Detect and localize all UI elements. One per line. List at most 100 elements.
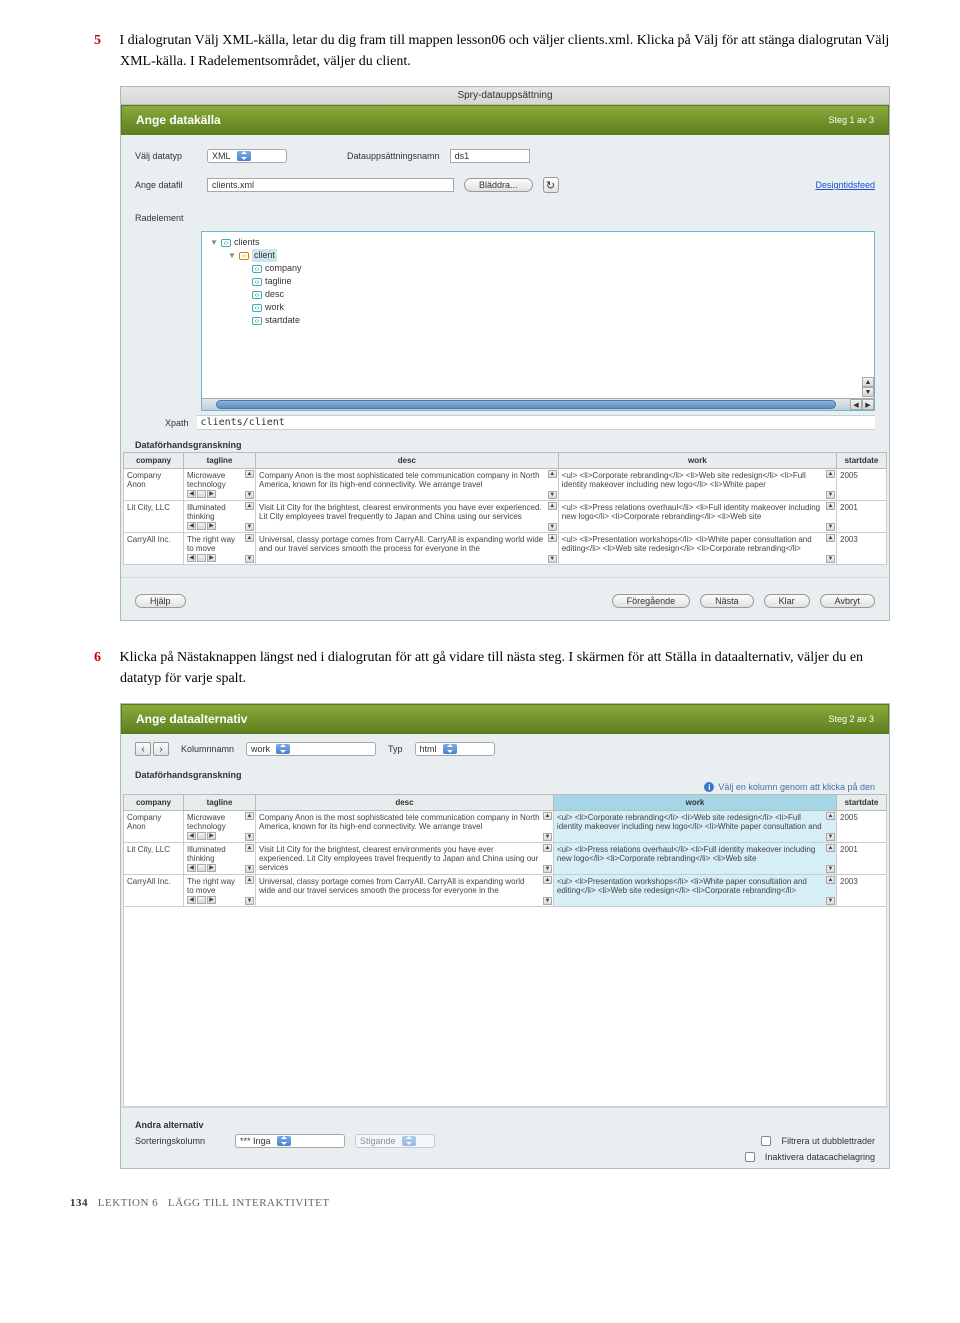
cell-work: <ul> <li>Presentation workshops</li> <li… — [558, 533, 836, 565]
other-options-heading: Andra alternativ — [135, 1114, 875, 1132]
tree-scroll-vert[interactable]: ▲▼ — [862, 377, 874, 397]
preview-blank-area — [123, 907, 887, 1107]
sortdir-select[interactable]: Stigande — [355, 1134, 435, 1148]
filter-checkbox[interactable] — [761, 1136, 771, 1146]
dialog-step-indicator: Steg 1 av 3 — [828, 115, 874, 125]
cell-desc: Visit Lit City for the brightest, cleare… — [256, 843, 554, 875]
step-6-text: Klicka på Nästaknappen längst ned i dial… — [120, 650, 864, 686]
dropdown-icon — [276, 744, 290, 754]
sortcol-select[interactable]: *** Inga — [235, 1134, 345, 1148]
preview-heading: Dataförhandsgranskning — [121, 434, 889, 452]
datatype-value: XML — [212, 151, 231, 161]
col-desc[interactable]: desc — [256, 453, 559, 469]
sortdir-value: Stigande — [360, 1136, 396, 1146]
col2-tagline[interactable]: tagline — [184, 795, 256, 811]
cache-checkbox[interactable] — [745, 1152, 755, 1162]
col2-company[interactable]: company — [124, 795, 184, 811]
datafile-label: Ange datafil — [135, 180, 197, 190]
col-tagline[interactable]: tagline — [184, 453, 256, 469]
xpath-input[interactable]: clients/client — [197, 415, 875, 430]
dialog-step2: Ange dataalternativ Steg 2 av 3 ‹ › Kolu… — [120, 703, 890, 1169]
tree-client[interactable]: ▼‹›client — [210, 249, 866, 262]
dropdown-icon — [277, 1136, 291, 1146]
cell-work: <ul> <li>Corporate rebranding</li> <li>W… — [558, 469, 836, 501]
cell-company: Company Anon — [124, 811, 184, 843]
sortcol-label: Sorteringskolumn — [135, 1136, 225, 1146]
cell-tagline: Illuminated thinking▲▼◀ ▶ — [184, 501, 256, 533]
dialog2-step-indicator: Steg 2 av 3 — [828, 714, 874, 724]
cell-company: Lit City, LLC — [124, 501, 184, 533]
dialog2-header: Ange dataalternativ Steg 2 av 3 — [121, 704, 889, 734]
cell-startdate: 2005 — [837, 811, 887, 843]
step-6-paragraph: 6 Klicka på Nästaknappen längst ned i di… — [120, 647, 890, 689]
dialog2-header-title: Ange dataalternativ — [136, 712, 247, 726]
table-row: Lit City, LLCIlluminated thinking▲▼◀ ▶Vi… — [124, 843, 887, 875]
tree-child[interactable]: ‹›desc — [210, 288, 866, 301]
cell-tagline: The right way to move▲▼◀ ▶ — [184, 533, 256, 565]
designfeed-link[interactable]: Designtidsfeed — [815, 180, 875, 190]
refresh-button[interactable]: ↻ — [543, 177, 559, 193]
cell-work: <ul> <li>Corporate rebranding</li> <li>W… — [553, 811, 836, 843]
next-button[interactable]: Nästa — [700, 594, 754, 608]
datatype-select[interactable]: XML — [207, 149, 287, 163]
col-next-button[interactable]: › — [153, 742, 169, 756]
tree-scroll-horiz[interactable]: ◀▶ — [202, 398, 874, 410]
step-5-text: I dialogrutan Välj XML-källa, letar du d… — [120, 33, 890, 69]
cell-tagline: Illuminated thinking▲▼◀ ▶ — [184, 843, 256, 875]
colname-label: Kolumnnamn — [181, 744, 234, 754]
cell-desc: Universal, classy portage comes from Car… — [256, 533, 559, 565]
colname-value: work — [251, 744, 270, 754]
col-prev-button[interactable]: ‹ — [135, 742, 151, 756]
dialog-titlebar: Spry-datauppsättning — [121, 87, 889, 105]
dialog-header: Ange datakälla Steg 1 av 3 — [121, 105, 889, 135]
col-startdate[interactable]: startdate — [837, 453, 887, 469]
type-value: html — [420, 744, 437, 754]
preview-heading2: Dataförhandsgranskning — [135, 770, 242, 780]
cell-work: <ul> <li>Press relations overhaul</li> <… — [553, 843, 836, 875]
cell-desc: Universal, classy portage comes from Car… — [256, 875, 554, 907]
cell-company: CarryAll Inc. — [124, 533, 184, 565]
datatype-label: Välj datatyp — [135, 151, 197, 161]
filter-label: Filtrera ut dubblettrader — [781, 1136, 875, 1146]
prev-button[interactable]: Föregående — [612, 594, 691, 608]
cache-label: Inaktivera datacachelagring — [765, 1152, 875, 1162]
info-text: Välj en kolumn genom att klicka på den — [718, 782, 875, 792]
tree-child[interactable]: ‹›startdate — [210, 314, 866, 327]
browse-button[interactable]: Bläddra... — [464, 178, 533, 192]
help-button[interactable]: Hjälp — [135, 594, 186, 608]
cell-startdate: 2001 — [837, 501, 887, 533]
tree-root[interactable]: ▼‹›clients — [210, 236, 866, 249]
dropdown-icon — [237, 151, 251, 161]
dropdown-icon — [402, 1136, 416, 1146]
col2-work[interactable]: work — [553, 795, 836, 811]
colname-select[interactable]: work — [246, 742, 376, 756]
cell-company: Company Anon — [124, 469, 184, 501]
tree-child[interactable]: ‹›company — [210, 262, 866, 275]
cell-startdate: 2003 — [837, 533, 887, 565]
type-select[interactable]: html — [415, 742, 495, 756]
rowelement-label: Radelement — [135, 213, 197, 223]
tree-child[interactable]: ‹›tagline — [210, 275, 866, 288]
cell-desc: Company Anon is the most sophisticated t… — [256, 469, 559, 501]
col-company[interactable]: company — [124, 453, 184, 469]
step-5-paragraph: 5 I dialogrutan Välj XML-källa, letar du… — [120, 30, 890, 72]
col-work[interactable]: work — [558, 453, 836, 469]
done-button[interactable]: Klar — [764, 594, 810, 608]
page-number: 134 — [70, 1197, 88, 1209]
cancel-button[interactable]: Avbryt — [820, 594, 875, 608]
xpath-label: Xpath — [165, 418, 189, 428]
table-row: Lit City, LLCIlluminated thinking▲▼◀ ▶Vi… — [124, 501, 887, 533]
dsname-input[interactable]: ds1 — [450, 149, 530, 163]
col2-startdate[interactable]: startdate — [837, 795, 887, 811]
cell-work: <ul> <li>Presentation workshops</li> <li… — [553, 875, 836, 907]
cell-tagline: Microwave technology▲▼◀ ▶ — [184, 469, 256, 501]
cell-desc: Visit Lit City for the brightest, cleare… — [256, 501, 559, 533]
col2-desc[interactable]: desc — [256, 795, 554, 811]
table-row: Company AnonMicrowave technology▲▼◀ ▶Com… — [124, 811, 887, 843]
table-row: Company AnonMicrowave technology▲▼◀ ▶Com… — [124, 469, 887, 501]
preview-table2: company tagline desc work startdate Comp… — [123, 794, 887, 907]
cell-work: <ul> <li>Press relations overhaul</li> <… — [558, 501, 836, 533]
datafile-input[interactable]: clients.xml — [207, 178, 454, 192]
cell-company: CarryAll Inc. — [124, 875, 184, 907]
tree-child[interactable]: ‹›work — [210, 301, 866, 314]
